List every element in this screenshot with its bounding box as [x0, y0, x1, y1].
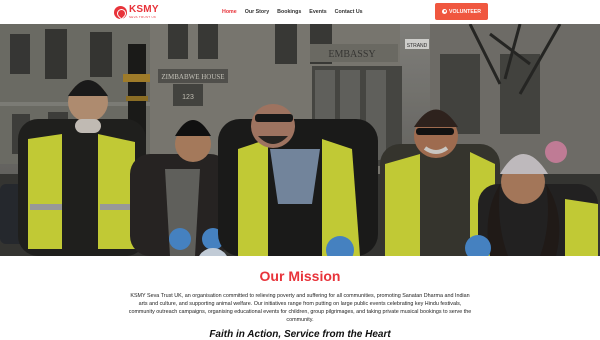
- nav-events[interactable]: Events: [309, 9, 326, 15]
- site-header: KSMY SEVA TRUST UK Home Our Story Bookin…: [0, 0, 600, 24]
- hero-photo: ZIMBABWE HOUSE EMBASSY STRAND 123: [0, 24, 600, 256]
- mission-description: KSMY Seva Trust UK, an organisation comm…: [128, 293, 472, 323]
- volunteer-button[interactable]: VOLUNTEER: [435, 3, 488, 20]
- nav-home[interactable]: Home: [222, 9, 237, 15]
- logo-subtitle: SEVA TRUST UK: [129, 15, 157, 19]
- mission-title: Our Mission: [259, 268, 341, 284]
- heart-icon: [442, 9, 447, 14]
- om-logo-icon: [114, 5, 127, 19]
- logo-title: KSMY: [129, 4, 159, 15]
- nav-contact-us[interactable]: Contact Us: [335, 9, 363, 15]
- main-nav: Home Our Story Bookings Events Contact U…: [222, 9, 363, 15]
- volunteers-photo: ZIMBABWE HOUSE EMBASSY STRAND 123: [0, 24, 600, 256]
- nav-bookings[interactable]: Bookings: [277, 9, 301, 15]
- ksmy-logo[interactable]: KSMY SEVA TRUST UK: [114, 4, 159, 20]
- mission-subheading: Faith in Action, Service from the Heart: [209, 329, 391, 340]
- nav-our-story[interactable]: Our Story: [245, 9, 269, 15]
- volunteer-label: VOLUNTEER: [449, 8, 481, 15]
